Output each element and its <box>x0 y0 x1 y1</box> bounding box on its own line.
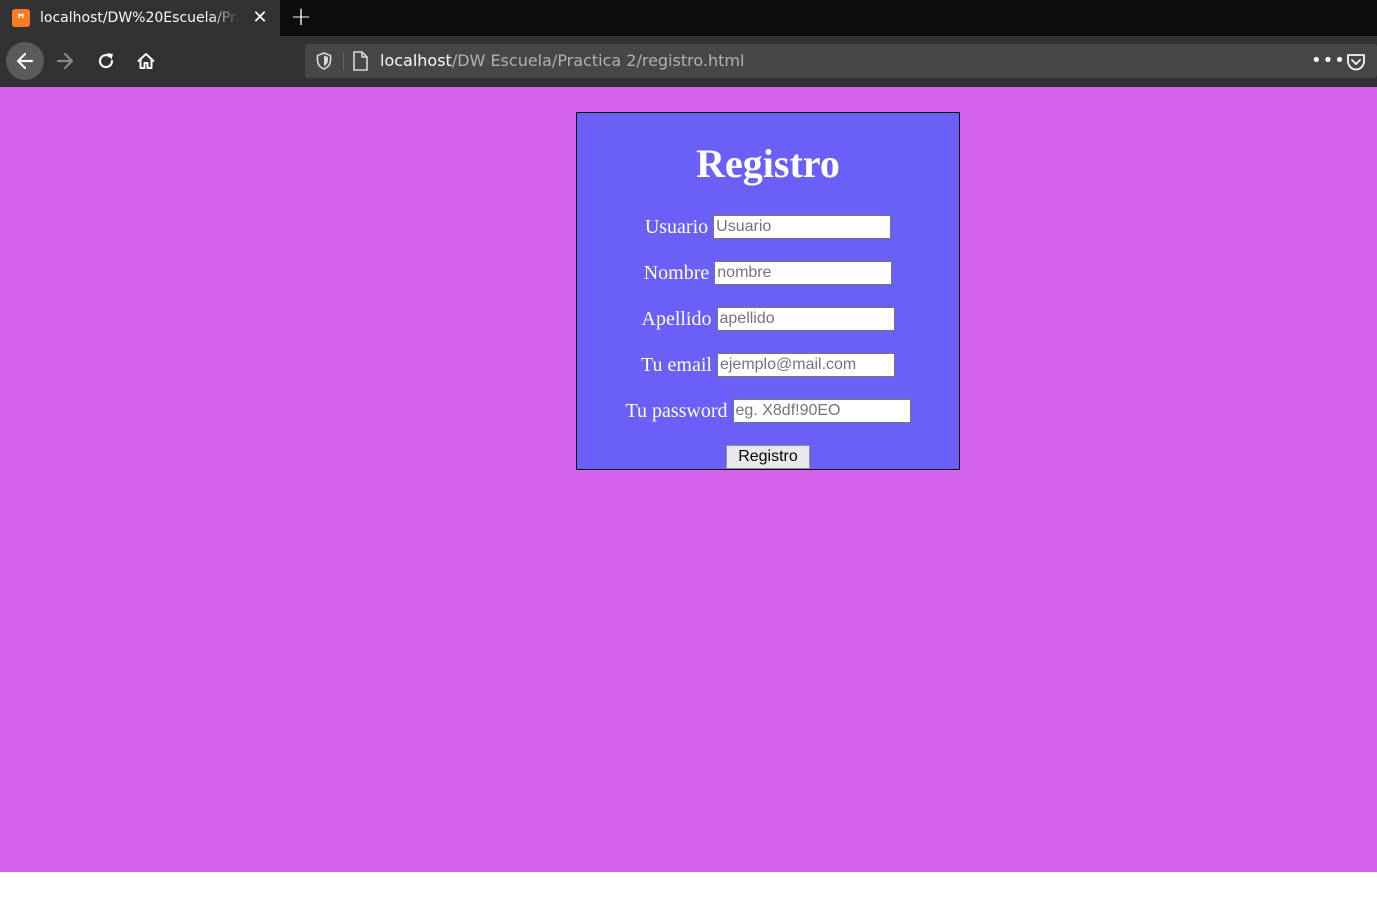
active-tab[interactable]: ꟸ localhost/DW%20Escuela/Practica 2/regi… <box>0 0 280 36</box>
form-title: Registro <box>696 141 840 186</box>
arrow-right-icon <box>56 52 74 70</box>
tab-title: localhost/DW%20Escuela/Practica 2/regist… <box>40 10 240 26</box>
home-button[interactable] <box>127 42 165 80</box>
arrow-left-icon <box>16 52 34 70</box>
apellido-label: Apellido <box>641 307 712 330</box>
password-row: Tu password <box>577 398 959 424</box>
navigation-toolbar: localhost/DW Escuela/Practica 2/registro… <box>0 36 1377 88</box>
apellido-input[interactable] <box>716 307 895 331</box>
apellido-row: Apellido <box>577 306 959 332</box>
registration-form: Registro Usuario Nombre Apellido Tu emai… <box>576 112 960 470</box>
reload-icon <box>98 53 114 69</box>
usuario-label: Usuario <box>644 215 709 238</box>
xampp-favicon-icon: ꟸ <box>12 9 30 27</box>
url-bar[interactable]: localhost/DW Escuela/Practica 2/registro… <box>305 44 1377 78</box>
url-path: /DW Escuela/Practica 2/registro.html <box>451 51 745 70</box>
close-tab-icon[interactable]: ✕ <box>250 8 270 28</box>
url-separator <box>343 52 344 70</box>
back-button[interactable] <box>6 42 44 80</box>
email-input[interactable] <box>716 353 895 377</box>
email-label: Tu email <box>641 353 712 376</box>
email-row: Tu email <box>577 352 959 378</box>
url-host: localhost <box>380 51 452 70</box>
forward-button[interactable] <box>46 42 84 80</box>
usuario-input[interactable] <box>713 215 892 239</box>
submit-row: Registro <box>577 445 959 469</box>
page-actions-menu-icon[interactable]: ••• <box>1311 48 1345 74</box>
nombre-row: Nombre <box>577 260 959 286</box>
tracking-protection-shield-icon[interactable] <box>314 51 334 71</box>
tab-bar: ꟸ localhost/DW%20Escuela/Practica 2/regi… <box>0 0 1377 36</box>
usuario-row: Usuario <box>577 214 959 240</box>
registro-submit-button[interactable]: Registro <box>726 445 810 469</box>
password-label: Tu password <box>625 399 728 422</box>
page-body: Registro Usuario Nombre Apellido Tu emai… <box>0 87 1377 872</box>
nombre-input[interactable] <box>714 261 893 285</box>
pocket-icon[interactable] <box>1345 51 1367 73</box>
password-input[interactable] <box>732 399 911 423</box>
home-icon <box>137 53 155 69</box>
reload-button[interactable] <box>87 42 125 80</box>
nombre-label: Nombre <box>643 261 710 284</box>
url-text[interactable]: localhost/DW Escuela/Practica 2/registro… <box>380 51 744 70</box>
new-tab-button[interactable]: + <box>288 3 314 31</box>
page-info-icon[interactable] <box>350 50 370 72</box>
